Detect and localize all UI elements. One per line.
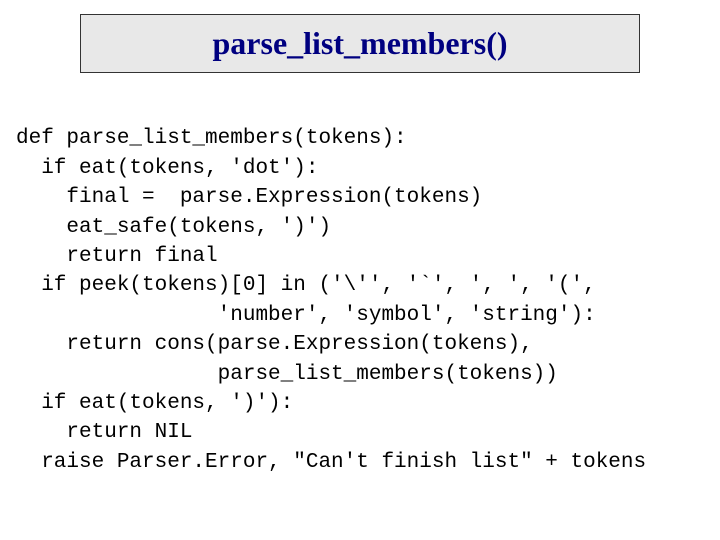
code-line: raise Parser.Error, "Can't finish list" … <box>16 451 646 474</box>
code-line: if peek(tokens)[0] in ('\'', '`', ', ', … <box>16 274 596 297</box>
code-line: return cons(parse.Expression(tokens), <box>16 333 533 356</box>
code-line: if eat(tokens, ')'): <box>16 392 293 415</box>
code-line: 'number', 'symbol', 'string'): <box>16 304 596 327</box>
page-title: parse_list_members() <box>212 25 507 61</box>
code-block: def parse_list_members(tokens): if eat(t… <box>10 95 710 477</box>
code-line: return NIL <box>16 421 192 444</box>
title-box: parse_list_members() <box>80 14 640 73</box>
code-line: eat_safe(tokens, ')') <box>16 216 331 239</box>
code-line: def parse_list_members(tokens): <box>16 127 407 150</box>
code-line: if eat(tokens, 'dot'): <box>16 157 318 180</box>
code-line: final = parse.Expression(tokens) <box>16 186 482 209</box>
code-line: parse_list_members(tokens)) <box>16 363 558 386</box>
code-line: return final <box>16 245 218 268</box>
